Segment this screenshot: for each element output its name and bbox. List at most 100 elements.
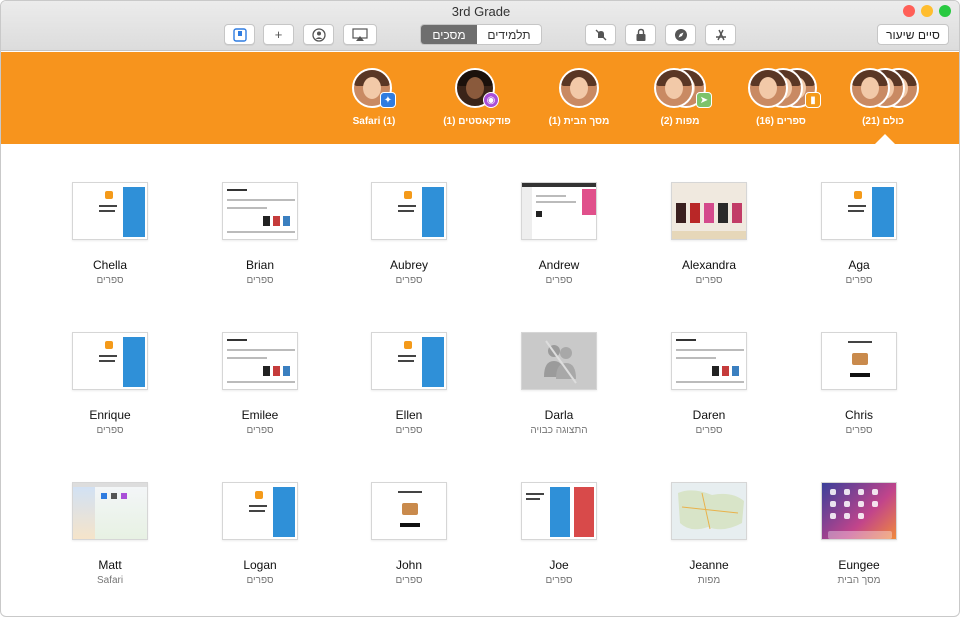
add-icon: +: [274, 27, 283, 42]
navigate-button[interactable]: [665, 24, 696, 45]
group-books-label: ספרים (16): [756, 116, 806, 127]
tab-screens[interactable]: מסכים: [421, 25, 477, 44]
student-tile[interactable]: Matt Safari: [40, 482, 180, 586]
student-tile[interactable]: Enrique ספרים: [40, 332, 180, 436]
bell-slash-icon: [595, 29, 606, 40]
group-home-screen-label: מסך הבית (1): [548, 116, 610, 127]
student-name: Joe: [549, 558, 569, 572]
group-podcasts[interactable]: ◉ פודקאסטים (1): [437, 68, 517, 127]
app-store-icon: [715, 29, 726, 40]
classroom-window: 3rd Grade + מסכים תלמידים סיים שיעור כול…: [0, 0, 960, 617]
zoom-icon[interactable]: [939, 5, 951, 17]
group-maps[interactable]: ➤ מפות (2): [645, 68, 715, 127]
student-name: Chris: [844, 408, 873, 422]
group-all-label: כולם (21): [862, 116, 904, 127]
student-name: Aga: [848, 258, 870, 272]
student-tile[interactable]: John ספרים: [339, 482, 479, 586]
student-tile[interactable]: Chris ספרים: [789, 332, 929, 436]
hand-in-button[interactable]: [224, 24, 255, 45]
student-app: ספרים: [395, 575, 423, 586]
view-segmented-control: מסכים תלמידים: [420, 24, 542, 45]
student-name: Jeanne: [689, 558, 729, 572]
group-home-screen[interactable]: מסך הבית (1): [543, 68, 615, 127]
open-app-button[interactable]: [705, 24, 736, 45]
student-app: ספרים: [395, 425, 423, 436]
person-circle-icon: [311, 27, 326, 42]
screen-thumbnail: [222, 482, 298, 540]
groups-bar: כולם (21) ▮ ספרים (16) ➤ מפות (2) מסך הב…: [1, 52, 959, 144]
selected-group-caret: [874, 134, 896, 145]
student-name: Alexandra: [681, 258, 737, 272]
group-maps-label: מפות (2): [660, 116, 700, 127]
student-app: ספרים: [845, 425, 873, 436]
minimize-icon[interactable]: [921, 5, 933, 17]
student-tile[interactable]: Eungee מסך הבית: [789, 482, 929, 586]
student-tile[interactable]: Brian ספרים: [190, 182, 330, 286]
screen-thumbnail: [521, 482, 597, 540]
screen-thumbnail: [671, 332, 747, 390]
compass-icon: [674, 28, 687, 41]
group-books[interactable]: ▮ ספרים (16): [741, 68, 821, 127]
student-tile[interactable]: Daren ספרים: [639, 332, 779, 436]
lock-button[interactable]: [625, 24, 656, 45]
student-name: Aubrey: [389, 258, 429, 272]
student-name: Brian: [245, 258, 274, 272]
close-icon[interactable]: [903, 5, 915, 17]
screen-thumbnail: [371, 182, 447, 240]
hand-in-icon: [232, 27, 247, 42]
screen-thumbnail: [671, 182, 747, 240]
student-tile[interactable]: Jeanne מפות: [639, 482, 779, 586]
student-app: ספרים: [845, 275, 873, 286]
mute-button[interactable]: [585, 24, 616, 45]
student-name: Darla: [544, 408, 574, 422]
screen-thumbnail: [371, 482, 447, 540]
screen-thumbnail: [222, 332, 298, 390]
student-name: Daren: [692, 408, 726, 422]
student-app: ספרים: [246, 275, 274, 286]
books-icon: ▮: [805, 92, 821, 108]
group-all[interactable]: כולם (21): [843, 68, 923, 127]
title-bar: 3rd Grade + מסכים תלמידים סיים שיעור: [1, 1, 959, 51]
student-name: Logan: [243, 558, 277, 572]
student-name: Chella: [92, 258, 128, 272]
group-podcasts-label: פודקאסטים (1): [443, 116, 511, 127]
student-name: Andrew: [538, 258, 580, 272]
map-icon: [678, 490, 744, 530]
student-app: ספרים: [246, 575, 274, 586]
group-safari[interactable]: ✦ Safari (1): [341, 68, 407, 127]
student-tile[interactable]: Andrew ספרים: [489, 182, 629, 286]
student-name: Matt: [98, 558, 122, 572]
student-tile[interactable]: Aga ספרים: [789, 182, 929, 286]
end-class-button[interactable]: סיים שיעור: [877, 24, 949, 45]
student-app: התצוגה כבויה: [530, 425, 588, 436]
student-app: ספרים: [246, 425, 274, 436]
screen-thumbnail: [671, 482, 747, 540]
student-name: Enrique: [89, 408, 131, 422]
student-tile[interactable]: Chella ספרים: [40, 182, 180, 286]
group-safari-label: Safari (1): [352, 116, 396, 127]
window-title: 3rd Grade: [451, 4, 511, 19]
airplay-button[interactable]: [343, 24, 377, 45]
screen-thumbnail: [521, 332, 597, 390]
student-name: Ellen: [395, 408, 423, 422]
student-tile[interactable]: Alexandra ספרים: [639, 182, 779, 286]
screen-off-icon: [544, 340, 577, 384]
student-tile[interactable]: Aubrey ספרים: [339, 182, 479, 286]
student-tile[interactable]: Ellen ספרים: [339, 332, 479, 436]
safari-icon: ✦: [380, 92, 396, 108]
screen-thumbnail: [72, 332, 148, 390]
student-tile[interactable]: Logan ספרים: [190, 482, 330, 586]
student-tile[interactable]: Darla התצוגה כבויה: [489, 332, 629, 436]
avatar: [748, 68, 788, 108]
screen-thumbnail: [821, 482, 897, 540]
tab-students[interactable]: תלמידים: [477, 25, 541, 44]
screen-thumbnail: [371, 332, 447, 390]
avatar: [850, 68, 890, 108]
manage-students-button[interactable]: [303, 24, 334, 45]
student-name: Emilee: [241, 408, 279, 422]
student-tile[interactable]: Joe ספרים: [489, 482, 629, 586]
student-app: מסך הבית: [837, 575, 881, 586]
add-button[interactable]: +: [263, 24, 294, 45]
student-tile[interactable]: Emilee ספרים: [190, 332, 330, 436]
student-app: מפות: [697, 575, 721, 586]
